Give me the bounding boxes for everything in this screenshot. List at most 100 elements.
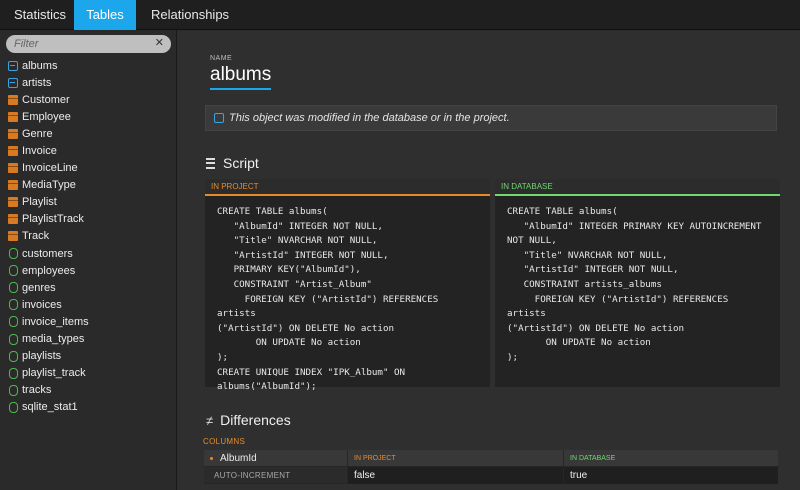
index-icon bbox=[9, 282, 18, 294]
main-panel: NAME albums This object was modified in … bbox=[178, 31, 800, 490]
sidebar-item-playlist[interactable]: Playlist bbox=[0, 194, 177, 211]
table-icon bbox=[8, 146, 18, 157]
sidebar-item-media-types[interactable]: media_types bbox=[0, 331, 177, 348]
differences-section-title: ≠ Differences bbox=[206, 412, 291, 428]
sidebar-item-artists[interactable]: artists bbox=[0, 74, 177, 91]
sidebar-item-label: Invoice bbox=[22, 145, 57, 158]
sidebar-item-label: Customer bbox=[22, 93, 70, 106]
sidebar-item-tracks[interactable]: tracks bbox=[0, 382, 177, 399]
index-icon bbox=[9, 316, 18, 328]
modified-notice: This object was modified in the database… bbox=[205, 105, 777, 131]
differences-title: Differences bbox=[220, 412, 291, 428]
notice-text: This object was modified in the database… bbox=[229, 112, 510, 124]
index-icon bbox=[9, 350, 18, 362]
sidebar-item-genre[interactable]: Genre bbox=[0, 125, 177, 142]
sidebar-item-genres[interactable]: genres bbox=[0, 279, 177, 296]
diff-in-project-header: IN PROJECT bbox=[347, 449, 563, 467]
index-icon bbox=[9, 384, 18, 396]
project-script-pane: IN PROJECT CREATE TABLE albums( "AlbumId… bbox=[205, 179, 490, 392]
in-project-header: IN PROJECT bbox=[205, 179, 490, 196]
columns-label: COLUMNS bbox=[203, 437, 246, 446]
project-script-code: CREATE TABLE albums( "AlbumId" INTEGER N… bbox=[217, 206, 439, 393]
table-icon bbox=[8, 163, 18, 174]
sidebar: ✕ albums artists Customer Employee Genre Invo… bbox=[0, 30, 177, 490]
sidebar-item-label: tracks bbox=[22, 384, 52, 397]
sidebar-item-customer[interactable]: Customer bbox=[0, 91, 177, 108]
table-icon bbox=[8, 128, 18, 139]
sidebar-item-employee[interactable]: Employee bbox=[0, 108, 177, 125]
sidebar-item-label: Track bbox=[22, 230, 50, 243]
sidebar-item-label: media_types bbox=[22, 333, 85, 346]
diff-in-database-header: IN DATABASE bbox=[563, 449, 778, 467]
script-title: Script bbox=[223, 155, 259, 171]
database-script-code: CREATE TABLE albums( "AlbumId" INTEGER P… bbox=[507, 206, 762, 363]
sidebar-item-label: playlists bbox=[22, 350, 62, 363]
table-icon bbox=[8, 94, 18, 105]
index-icon bbox=[9, 248, 18, 260]
sidebar-item-invoice-items[interactable]: invoice_items bbox=[0, 313, 177, 330]
sidebar-item-label: Employee bbox=[22, 110, 71, 123]
tab-tables[interactable]: Tables bbox=[74, 0, 136, 30]
diff-header-row: AlbumId IN PROJECT IN DATABASE bbox=[204, 449, 778, 467]
object-name: albums bbox=[210, 64, 272, 90]
top-tab-bar: Statistics Tables Relationships bbox=[0, 0, 800, 30]
sidebar-item-customers[interactable]: customers bbox=[0, 245, 177, 262]
diff-column-name: AlbumId bbox=[220, 452, 257, 464]
sidebar-item-invoice[interactable]: Invoice bbox=[0, 142, 177, 159]
sidebar-item-playlist-track[interactable]: playlist_track bbox=[0, 365, 177, 382]
view-icon bbox=[214, 113, 224, 123]
sidebar-item-label: PlaylistTrack bbox=[22, 213, 84, 226]
table-icon bbox=[8, 197, 18, 208]
diff-column-cell[interactable]: AlbumId bbox=[204, 453, 347, 464]
name-label: NAME bbox=[210, 55, 233, 62]
sidebar-item-label: employees bbox=[22, 264, 76, 277]
sidebar-item-label: albums bbox=[22, 59, 58, 72]
sidebar-item-label: InvoiceLine bbox=[22, 162, 78, 175]
tab-relationships[interactable]: Relationships bbox=[139, 0, 241, 30]
index-icon bbox=[9, 401, 18, 413]
table-icon bbox=[8, 180, 18, 191]
object-tree: albums artists Customer Employee Genre Invoic… bbox=[0, 57, 177, 416]
diff-project-value: false bbox=[347, 466, 563, 484]
sidebar-item-sqlite-stat1[interactable]: sqlite_stat1 bbox=[0, 399, 177, 416]
sidebar-item-label: Genre bbox=[22, 127, 53, 140]
filter-input[interactable] bbox=[14, 36, 149, 52]
table-icon bbox=[8, 111, 18, 122]
diff-property: AUTO-INCREMENT bbox=[214, 470, 291, 480]
sidebar-item-label: genres bbox=[22, 281, 56, 294]
table-icon bbox=[8, 214, 18, 225]
view-icon bbox=[8, 77, 18, 88]
table-icon bbox=[8, 231, 18, 242]
script-section-title: Script bbox=[206, 155, 259, 171]
sidebar-item-label: MediaType bbox=[22, 179, 76, 192]
diff-database-value: true bbox=[563, 466, 778, 484]
sidebar-item-label: artists bbox=[22, 76, 52, 89]
sidebar-item-label: customers bbox=[22, 247, 73, 260]
sidebar-item-track[interactable]: Track bbox=[0, 228, 177, 245]
view-icon bbox=[8, 60, 18, 71]
sidebar-item-label: Playlist bbox=[22, 196, 57, 209]
sidebar-item-label: invoice_items bbox=[22, 315, 89, 328]
table-row: AUTO-INCREMENT false true bbox=[204, 466, 778, 484]
changed-dot-icon bbox=[210, 456, 213, 460]
index-icon bbox=[9, 367, 18, 379]
database-script-pane: IN DATABASE CREATE TABLE albums( "AlbumI… bbox=[495, 179, 780, 387]
document-icon bbox=[206, 157, 215, 169]
sidebar-item-label: sqlite_stat1 bbox=[22, 401, 78, 414]
sidebar-item-invoiceline[interactable]: InvoiceLine bbox=[0, 160, 177, 177]
clear-filter-icon[interactable]: ✕ bbox=[155, 36, 164, 49]
sidebar-item-mediatype[interactable]: MediaType bbox=[0, 177, 177, 194]
index-icon bbox=[9, 299, 18, 311]
differences-table: AlbumId IN PROJECT IN DATABASE AUTO-INCR… bbox=[204, 449, 778, 484]
sidebar-item-playlisttrack[interactable]: PlaylistTrack bbox=[0, 211, 177, 228]
sidebar-item-label: playlist_track bbox=[22, 367, 86, 380]
sidebar-item-label: invoices bbox=[22, 298, 62, 311]
sidebar-item-employees[interactable]: employees bbox=[0, 262, 177, 279]
index-icon bbox=[9, 265, 18, 277]
not-equal-icon: ≠ bbox=[206, 412, 214, 428]
index-icon bbox=[9, 333, 18, 345]
tab-statistics[interactable]: Statistics bbox=[2, 0, 78, 30]
sidebar-item-albums[interactable]: albums bbox=[0, 57, 177, 74]
sidebar-item-invoices[interactable]: invoices bbox=[0, 296, 177, 313]
sidebar-item-playlists[interactable]: playlists bbox=[0, 348, 177, 365]
